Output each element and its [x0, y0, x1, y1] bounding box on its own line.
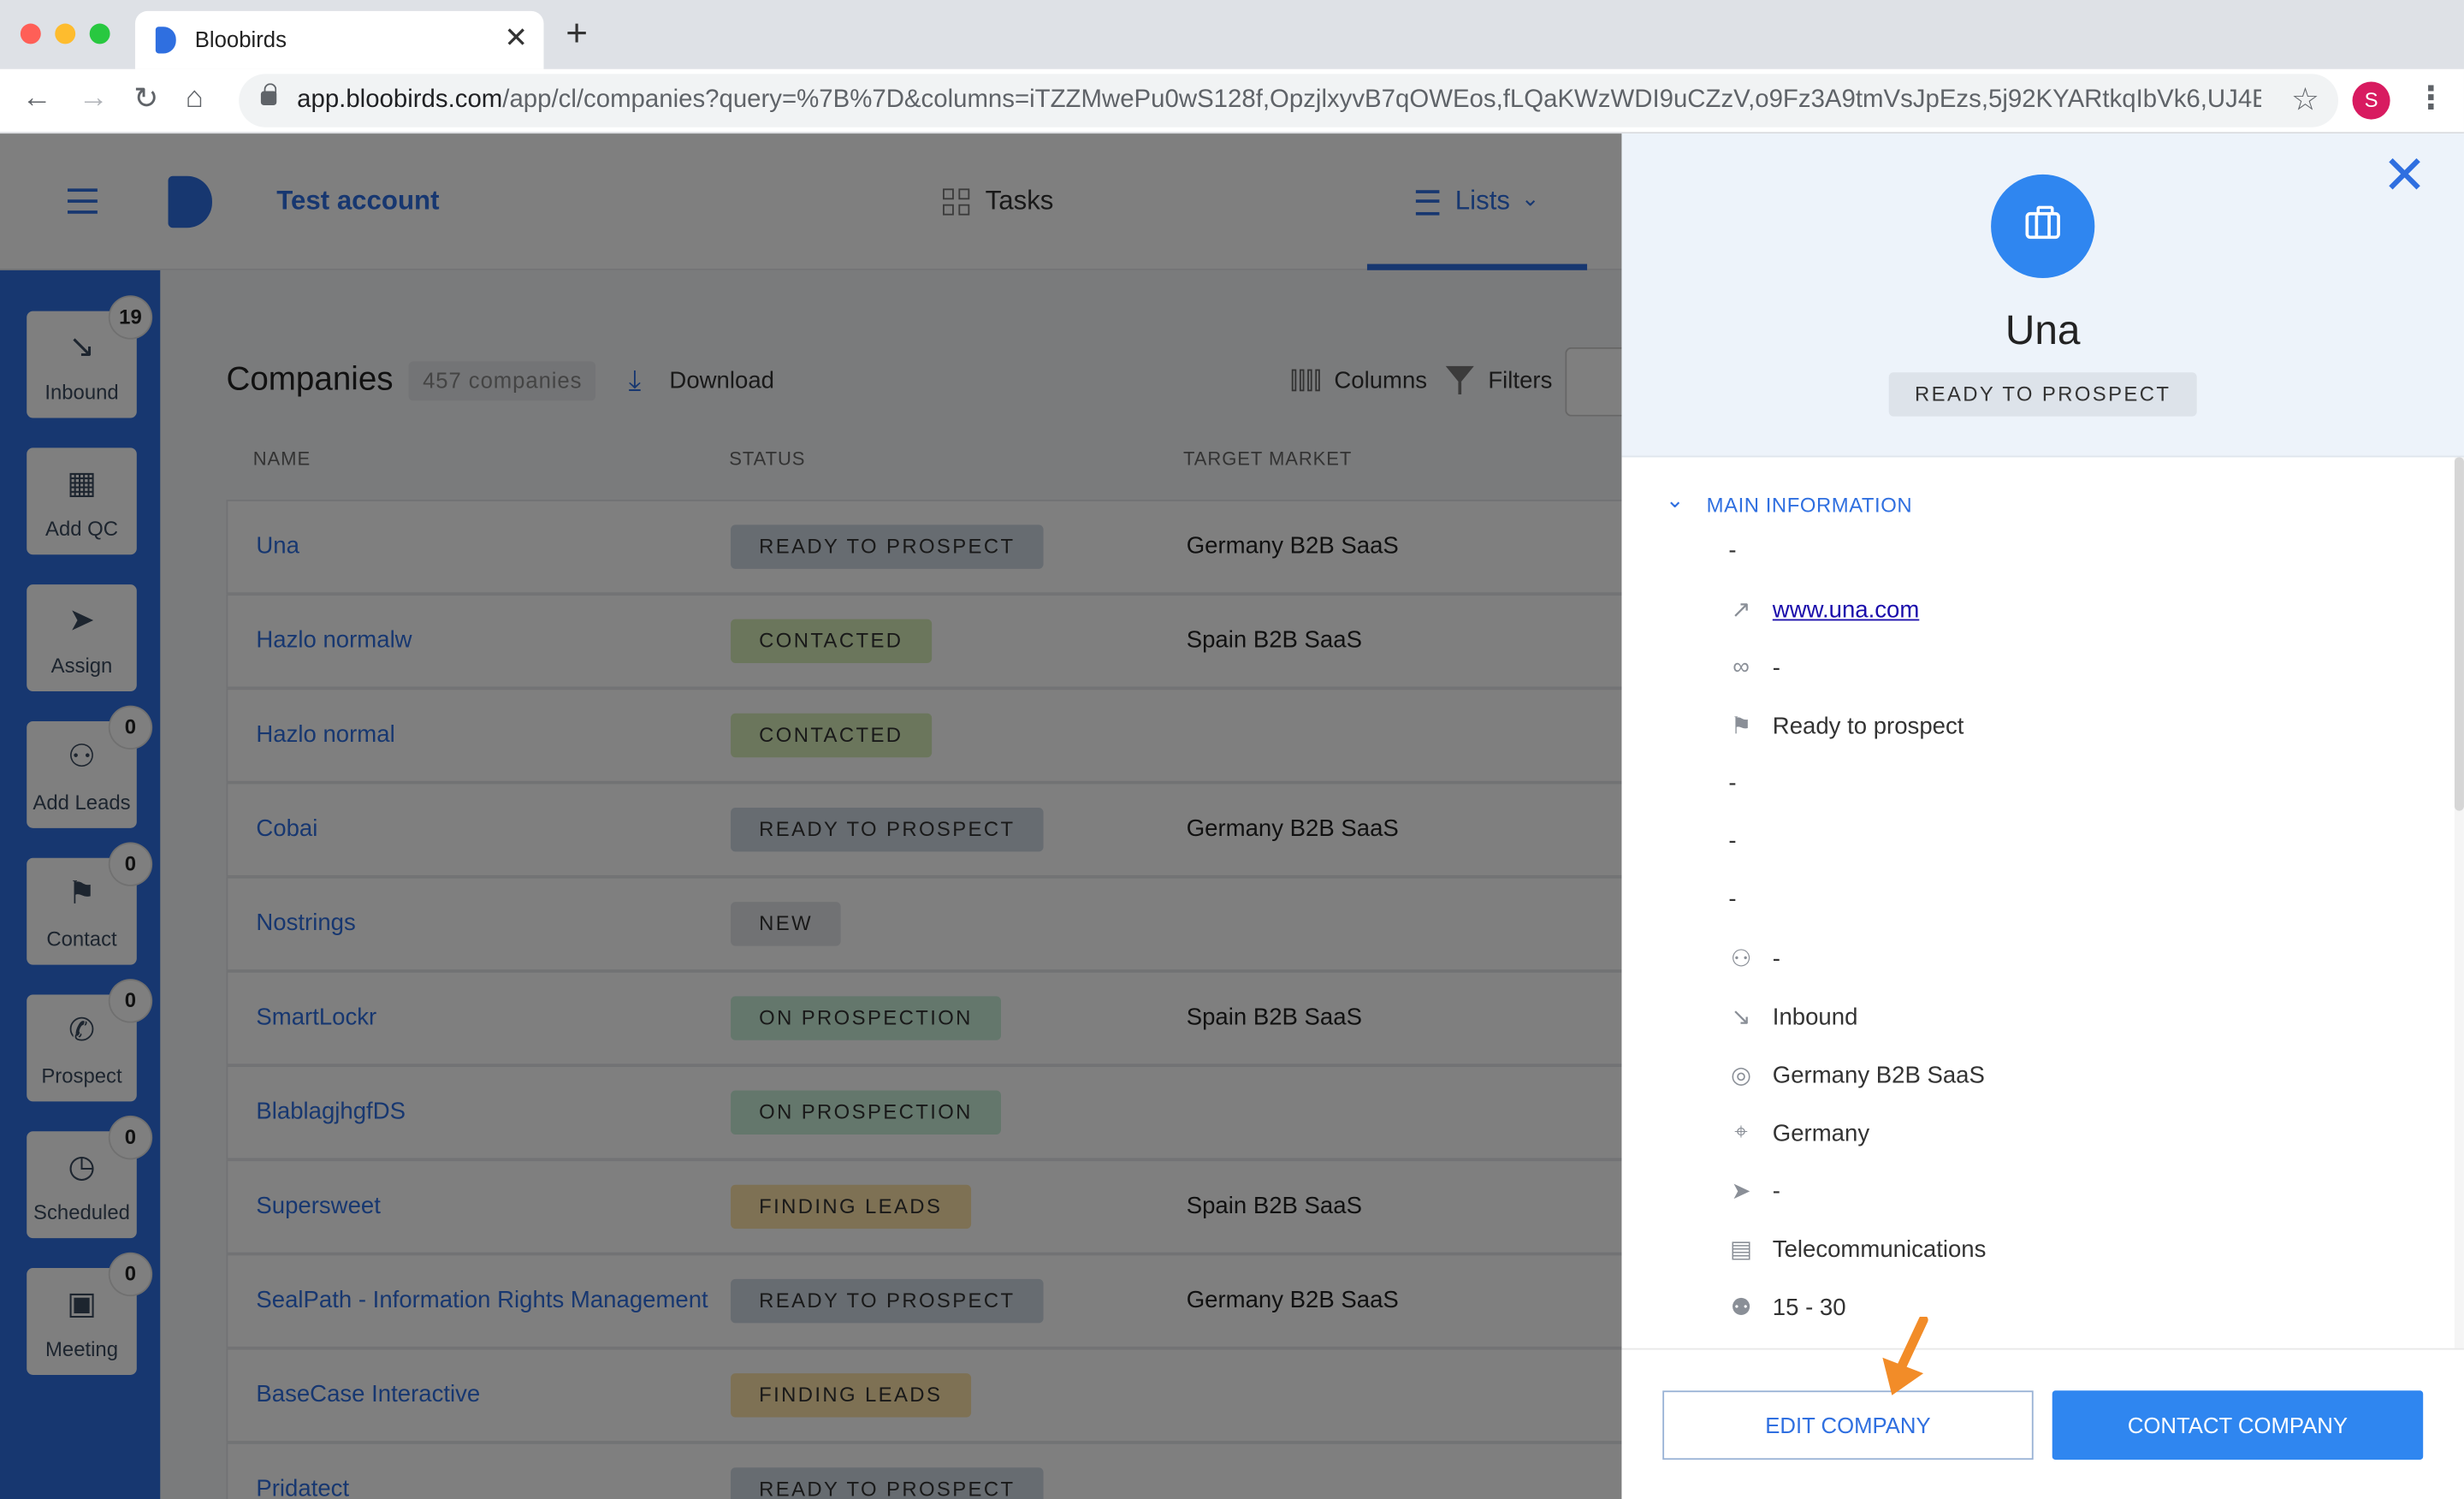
info-row: - [1716, 770, 2408, 804]
info-value: - [1728, 537, 1737, 565]
back-icon[interactable]: ← [22, 81, 52, 116]
info-row: ⚇ - [1716, 945, 2408, 979]
users-icon: ⚉ [1730, 1295, 1752, 1322]
info-row: ⌖ Germany [1716, 1119, 2408, 1153]
target-icon: ◎ [1731, 1062, 1752, 1089]
chevron-down-icon[interactable]: ⌄ [1666, 487, 1685, 513]
company-avatar [1991, 174, 2095, 279]
company-status-badge: READY TO PROSPECT [1888, 372, 2197, 417]
contact-company-button[interactable]: CONTACT COMPANY [2052, 1390, 2424, 1460]
website-link[interactable]: www.una.com [1773, 597, 1920, 624]
info-value: Ready to prospect [1772, 713, 1964, 740]
scrollbar-thumb[interactable] [2454, 457, 2464, 811]
edit-company-button[interactable]: EDIT COMPANY [1662, 1390, 2034, 1460]
link-icon: ∞ [1732, 653, 1750, 681]
info-row: ▤ Telecommunications [1716, 1235, 2408, 1269]
window-close-button[interactable] [20, 23, 41, 44]
url-path: /app/cl/companies?query=%7B%7D&columns=i… [502, 86, 2262, 114]
reload-icon[interactable]: ↻ [133, 81, 158, 117]
pointer-arrow-annotation [1882, 1316, 1928, 1395]
info-row: ↗ www.una.com [1716, 595, 2408, 630]
lock-icon [260, 83, 277, 106]
bookmark-star-icon[interactable]: ☆ [2291, 80, 2319, 120]
url-text: app.bloobirds.com/app/cl/companies?query… [297, 86, 2261, 115]
external-link-icon: ↗ [1731, 596, 1751, 625]
home-icon[interactable]: ⌂ [186, 81, 204, 116]
company-name: Una [2005, 306, 2081, 354]
window-minimize-button[interactable] [55, 23, 76, 44]
info-value: - [1728, 769, 1737, 797]
profile-avatar[interactable]: S [2352, 81, 2390, 120]
info-row: ↘ Inbound [1716, 1003, 2408, 1037]
info-value: Germany [1772, 1120, 1870, 1147]
window-zoom-button[interactable] [89, 23, 110, 44]
close-icon[interactable]: ✕ [2382, 149, 2426, 202]
forward-icon[interactable]: → [79, 81, 109, 116]
map-pin-icon: ⌖ [1734, 1118, 1748, 1146]
arrow-down-right-icon: ↘ [1731, 1004, 1751, 1031]
panel-footer: EDIT COMPANY CONTACT COMPANY [1621, 1348, 2464, 1499]
bloobirds-favicon-icon [155, 27, 176, 54]
new-tab-icon[interactable]: + [566, 15, 588, 52]
tab-close-icon[interactable]: ✕ [504, 22, 528, 56]
info-value: - [1772, 945, 1780, 973]
company-detail-panel: ✕ Una READY TO PROSPECT ⌄ MAIN INFORMATI… [1621, 133, 2464, 1499]
info-value: Telecommunications [1772, 1236, 1987, 1264]
info-value: - [1772, 655, 1780, 683]
info-value: Inbound [1772, 1004, 1858, 1031]
info-row: - [1716, 537, 2408, 572]
info-row: ➤ - [1716, 1177, 2408, 1212]
modal-backdrop[interactable] [0, 133, 1622, 1499]
info-value: - [1728, 827, 1737, 856]
browser-tab-bar: Bloobirds ✕ + [0, 0, 2464, 69]
user-plus-icon: ⚇ [1730, 945, 1752, 973]
browser-menu-icon[interactable]: ⋮ [2415, 79, 2447, 118]
briefcase-icon: ▤ [1730, 1236, 1753, 1264]
info-row: ∞ - [1716, 654, 2408, 688]
info-value: - [1772, 1178, 1780, 1206]
info-value: - [1728, 886, 1737, 914]
info-value: 15 - 30 [1772, 1295, 1846, 1322]
send-icon: ➤ [1731, 1178, 1751, 1206]
browser-tab[interactable]: Bloobirds ✕ [134, 10, 544, 69]
tab-title: Bloobirds [194, 27, 287, 52]
main-information-section-toggle[interactable]: MAIN INFORMATION [1707, 494, 1913, 518]
info-value: Germany B2B SaaS [1772, 1062, 1985, 1089]
panel-header: ✕ Una READY TO PROSPECT [1621, 133, 2464, 458]
address-bar[interactable]: app.bloobirds.com/app/cl/companies?query… [239, 74, 2339, 127]
info-row: - [1716, 828, 2408, 862]
info-row: ⚉ 15 - 30 [1716, 1293, 2408, 1327]
briefcase-icon [2025, 205, 2060, 240]
flag-icon: ⚑ [1730, 713, 1752, 740]
info-row: ◎ Germany B2B SaaS [1716, 1061, 2408, 1095]
browser-toolbar: ← → ↻ ⌂ app.bloobirds.com/app/cl/compani… [0, 68, 2464, 134]
info-row: - [1716, 886, 2408, 921]
url-host: app.bloobirds.com [297, 86, 503, 114]
info-row: ⚑ Ready to prospect [1716, 712, 2408, 746]
